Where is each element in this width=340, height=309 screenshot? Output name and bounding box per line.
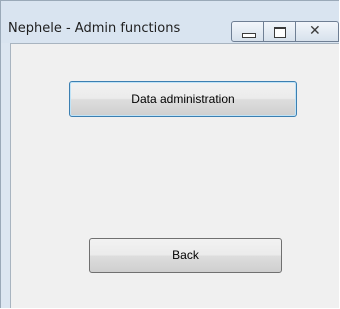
back-button[interactable]: Back xyxy=(89,238,282,273)
admin-functions-window: Nephele - Admin functions ✕ Data adminis… xyxy=(0,0,339,308)
close-button[interactable]: ✕ xyxy=(295,21,339,42)
maximize-button[interactable] xyxy=(263,21,296,42)
close-icon: ✕ xyxy=(309,23,321,39)
minimize-icon xyxy=(232,22,263,41)
data-administration-button[interactable]: Data administration xyxy=(69,81,297,117)
window-client-area: Data administration Back xyxy=(10,43,339,308)
minimize-button[interactable] xyxy=(231,21,264,42)
maximize-icon xyxy=(264,22,295,41)
window-title: Nephele - Admin functions xyxy=(8,21,181,36)
title-bar[interactable]: Nephele - Admin functions ✕ xyxy=(1,1,339,43)
